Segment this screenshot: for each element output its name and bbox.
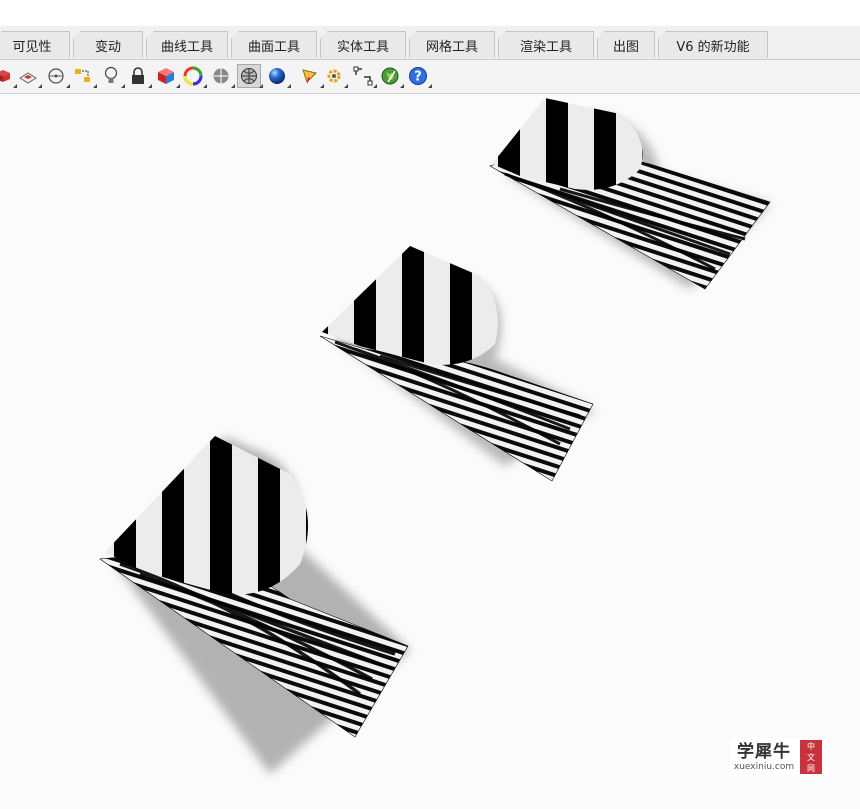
help-icon[interactable]: ?	[407, 65, 432, 88]
watermark-cn: 学犀牛	[737, 741, 791, 762]
zebra-sphere-icon[interactable]	[210, 65, 235, 88]
lock-icon[interactable]	[127, 65, 152, 88]
tab-label: 渲染工具	[519, 39, 572, 55]
seal-char: 中	[807, 741, 815, 751]
tab-layout[interactable]: 出图	[597, 31, 655, 58]
tab-surface-tools[interactable]: 曲面工具	[231, 31, 317, 58]
environment-sphere-icon[interactable]	[237, 64, 263, 88]
tab-label: 变动	[94, 39, 121, 55]
tab-mesh-tools[interactable]: 网格工具	[409, 31, 495, 58]
zebra-surfaces	[99, 98, 771, 774]
tab-label: 曲面工具	[247, 39, 300, 55]
watermark-text: 学犀牛 xuexiniu.com	[730, 742, 798, 773]
tab-label: 可见性	[12, 39, 52, 55]
tab-curve-tools[interactable]: 曲线工具	[146, 31, 228, 58]
shaded-object-icon[interactable]	[0, 65, 17, 88]
light-bulb-icon[interactable]	[100, 65, 125, 88]
tab-label: 出图	[612, 39, 639, 55]
dimension-icon[interactable]	[72, 65, 97, 88]
tab-label: V6 的新功能	[676, 39, 750, 55]
surface-object-1[interactable]	[99, 436, 410, 774]
toolbar: ?	[0, 60, 860, 94]
watermark-logo: 学犀牛 xuexiniu.com 中 文 网	[730, 738, 828, 776]
tab-transform[interactable]: 变动	[73, 31, 143, 58]
seal-char: 网	[807, 763, 815, 773]
ribbon-tab-bar: 可见性 变动 曲线工具 曲面工具 实体工具 网格工具 渲染工具 出图 V6 的新…	[0, 26, 860, 60]
render-sphere-icon[interactable]	[266, 65, 291, 88]
watermark-seal: 中 文 网	[800, 740, 822, 774]
circle-measure-icon[interactable]	[45, 65, 70, 88]
color-wheel-icon[interactable]	[182, 65, 207, 88]
globe-icon[interactable]	[379, 65, 404, 88]
tab-render-tools[interactable]: 渲染工具	[498, 31, 594, 58]
tab-label: 曲线工具	[160, 39, 213, 55]
material-icon[interactable]	[155, 65, 180, 88]
tab-label: 实体工具	[336, 39, 389, 55]
properties-icon[interactable]	[17, 65, 42, 88]
seal-char: 文	[807, 752, 815, 762]
surface-object-3[interactable]	[489, 98, 771, 290]
watermark-en: xuexiniu.com	[733, 761, 795, 772]
gear-icon[interactable]	[323, 65, 348, 88]
svg-text:?: ?	[414, 70, 422, 85]
grid-snap-icon[interactable]	[352, 65, 377, 88]
pencil-icon[interactable]	[299, 65, 324, 88]
tab-label: 网格工具	[425, 39, 478, 55]
title-bar	[0, 0, 860, 27]
perspective-viewport[interactable]	[0, 94, 860, 809]
surface-object-2[interactable]	[319, 246, 595, 482]
tab-solid-tools[interactable]: 实体工具	[320, 31, 406, 58]
tab-visibility[interactable]: 可见性	[0, 31, 70, 58]
tab-v6-new-features[interactable]: V6 的新功能	[658, 31, 768, 58]
